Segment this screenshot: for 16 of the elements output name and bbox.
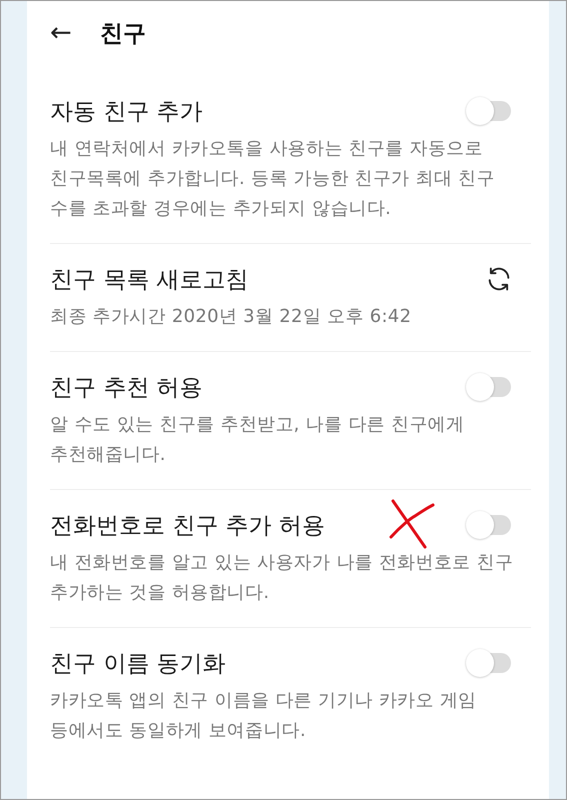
setting-title: 친구 이름 동기화	[50, 650, 226, 678]
toggle-switch[interactable]	[465, 648, 511, 678]
back-button[interactable]: ←	[50, 20, 72, 46]
page-title: 친구	[100, 20, 146, 48]
setting-description: 최종 추가시간 2020년 3월 22일 오후 6:42	[50, 305, 412, 329]
setting-description: 내 연락처에서 카카오톡을 사용하는 친구를 자동으로 친구목록에 추가합니다. 등록 가능한 친구가 최대 친구 수를 초과할 경우에는 추가되지 않습니다.	[50, 137, 496, 221]
setting-title: 친구 목록 새로고침	[50, 266, 249, 294]
toggle-switch[interactable]	[465, 510, 511, 540]
setting-title: 전화번호로 친구 추가 허용	[50, 512, 325, 540]
setting-description: 내 전화번호를 알고 있는 사용자가 나를 전화번호로 친구 추가하는 것을 허용합니다.	[50, 551, 514, 605]
setting-title: 자동 친구 추가	[50, 98, 203, 126]
setting-description: 카카오톡 앱의 친구 이름을 다른 기기나 카카오 게임 등에서도 동일하게 보여줍니다.	[50, 689, 478, 743]
setting-description: 알 수도 있는 친구를 추천받고, 나를 다른 친구에게 추천해줍니다.	[50, 413, 466, 467]
toggle-switch[interactable]	[465, 96, 511, 126]
toggle-switch[interactable]	[465, 372, 511, 402]
setting-title: 친구 추천 허용	[50, 374, 203, 402]
